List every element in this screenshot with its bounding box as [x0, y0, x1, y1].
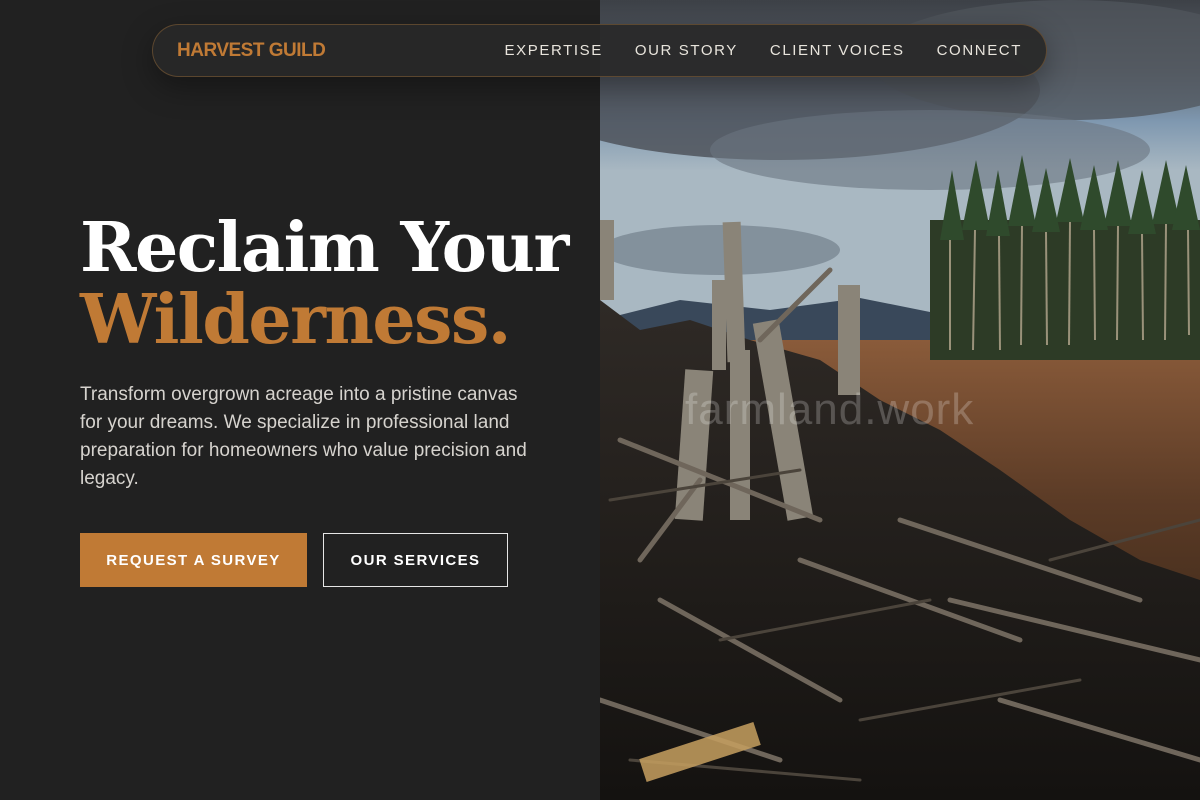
cleared-land-photo	[600, 0, 1200, 800]
hero-title-line-1: Reclaim Your	[80, 208, 569, 288]
nav-link-our-story[interactable]: OUR STORY	[635, 42, 738, 59]
nav-link-connect[interactable]: CONNECT	[937, 42, 1022, 59]
nav-link-expertise[interactable]: EXPERTISE	[505, 42, 603, 59]
hero-description: Transform overgrown acreage into a prist…	[80, 384, 527, 489]
hero-title: Reclaim Your Wilderness.	[80, 208, 569, 360]
our-services-button[interactable]: OUR SERVICES	[323, 533, 508, 587]
top-navigation-bar: HARVEST GUILD EXPERTISE OUR STORY CLIENT…	[152, 24, 1047, 77]
landing-page: farmland.work HARVEST GUILD EXPERTISE OU…	[0, 0, 1200, 800]
nav-links: EXPERTISE OUR STORY CLIENT VOICES CONNEC…	[505, 42, 1022, 59]
hero-image	[600, 0, 1200, 800]
request-survey-button[interactable]: REQUEST A SURVEY	[80, 533, 307, 587]
hero-title-line-2: Wilderness.	[80, 280, 511, 360]
brand-logo[interactable]: HARVEST GUILD	[177, 40, 326, 62]
nav-link-client-voices[interactable]: CLIENT VOICES	[770, 42, 905, 59]
